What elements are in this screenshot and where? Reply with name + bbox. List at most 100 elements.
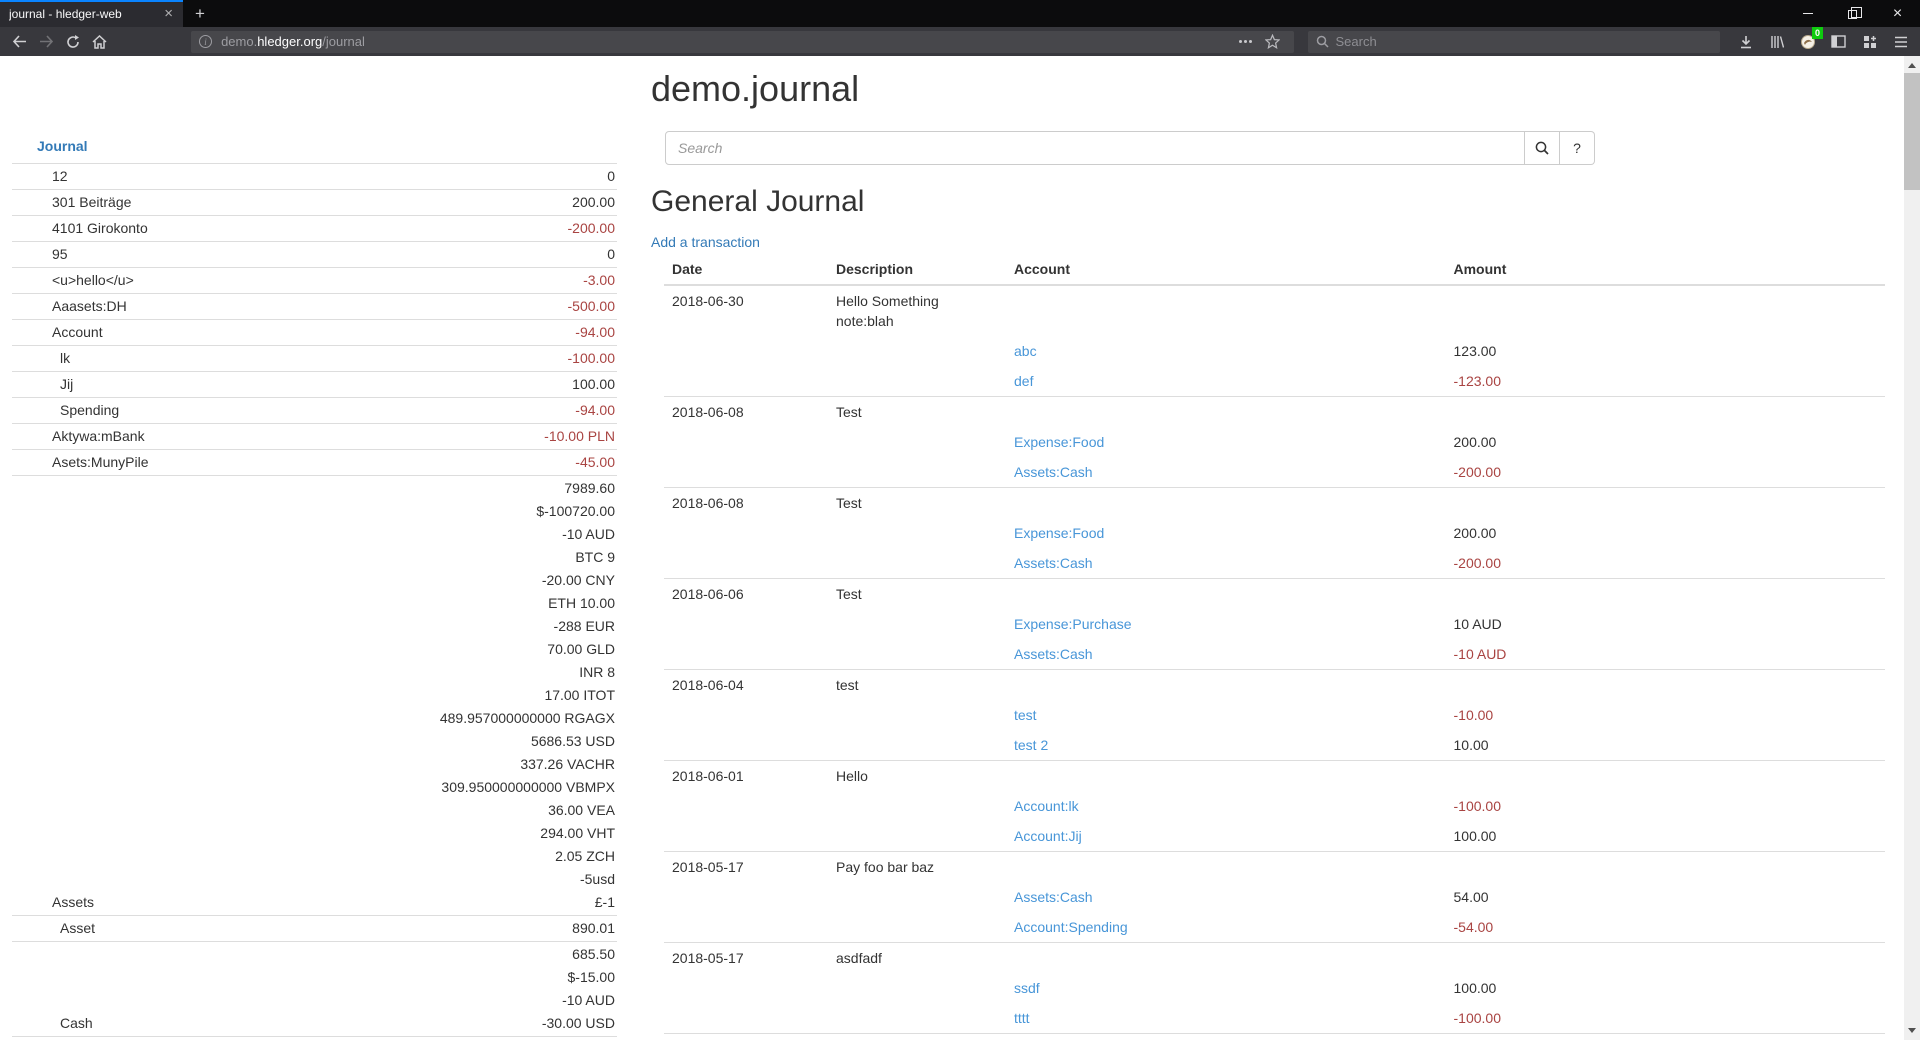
transaction-description: Test: [828, 579, 1006, 610]
close-icon[interactable]: ×: [1875, 0, 1920, 27]
forward-icon[interactable]: [33, 30, 60, 54]
account-name-link[interactable]: <u>hello</u>: [12, 269, 134, 292]
transaction-description: Hello: [828, 761, 1006, 792]
browser-nav-bar: i demo.hledger.org/journal 0: [0, 27, 1920, 56]
posting-account-cell: Assets:Cash: [1006, 457, 1446, 488]
account-balance: -94.00: [119, 399, 617, 422]
extensions-grid-icon[interactable]: [1856, 30, 1883, 54]
account-name-link[interactable]: lk: [12, 347, 70, 370]
sidebar-toggle-icon[interactable]: [1825, 30, 1852, 54]
account-name-link[interactable]: Jij: [12, 373, 73, 396]
balance-amount: -10 AUD: [93, 989, 615, 1012]
home-icon[interactable]: [86, 30, 113, 54]
balance-amount: 0: [68, 243, 615, 266]
balance-amount: -500.00: [127, 295, 615, 318]
posting-account-link[interactable]: def: [1014, 373, 1033, 389]
browser-search-bar[interactable]: [1308, 31, 1721, 53]
add-transaction-link[interactable]: Add a transaction: [651, 232, 760, 252]
site-info-icon[interactable]: i: [199, 35, 212, 48]
account-name-link[interactable]: Aaasets:DH: [12, 295, 127, 318]
sidebar-account-row: Asets:MunyPile-45.00: [12, 449, 617, 475]
balance-amount: -5usd: [94, 868, 615, 891]
scrollbar-thumb[interactable]: [1904, 73, 1920, 190]
posting-account-link[interactable]: Expense:Food: [1014, 434, 1104, 450]
restore-icon[interactable]: [1830, 0, 1875, 27]
bookmark-star-icon[interactable]: [1259, 30, 1286, 54]
sidebar-account-row: Aaasets:DH-500.00: [12, 293, 617, 319]
posting-amount: 200.00: [1446, 518, 1886, 548]
balance-amount: 17.00 ITOT: [94, 684, 615, 707]
reload-icon[interactable]: [60, 30, 87, 54]
account-name-link[interactable]: Assets: [12, 891, 94, 914]
account-balance: -200.00: [148, 217, 617, 240]
posting-account-link[interactable]: tttt: [1014, 1010, 1030, 1026]
balance-amount: 5686.53 USD: [94, 730, 615, 753]
posting-account-link[interactable]: Account:Jij: [1014, 828, 1082, 844]
scroll-up-arrow-icon[interactable]: [1904, 56, 1920, 73]
posting-amount: -10 AUD: [1446, 639, 1886, 670]
balance-amount: -3.00: [134, 269, 615, 292]
posting-account-cell: Account:Jij: [1006, 821, 1446, 852]
journal-search-button[interactable]: [1525, 131, 1560, 165]
posting-account-link[interactable]: Assets:Cash: [1014, 646, 1093, 662]
account-name-link[interactable]: 12: [12, 165, 68, 188]
posting-account-link[interactable]: test: [1014, 707, 1037, 723]
account-name-link[interactable]: 95: [12, 243, 68, 266]
account-balance: 0: [68, 165, 617, 188]
balance-amount: -30.00 USD: [93, 1012, 615, 1035]
transaction: 2018-06-30Hello Something note:blahabc12…: [664, 285, 1885, 397]
account-name-link[interactable]: Cash: [12, 1012, 93, 1035]
transaction-date: 2018-06-30: [664, 285, 828, 336]
account-name-link[interactable]: Aktywa:mBank: [12, 425, 145, 448]
posting-account-link[interactable]: abc: [1014, 343, 1037, 359]
minimize-icon[interactable]: [1785, 0, 1830, 27]
balance-amount: 100.00: [73, 373, 615, 396]
sidebar-account-row: 950: [12, 241, 617, 267]
posting-account-link[interactable]: Assets:Cash: [1014, 889, 1093, 905]
posting-amount: -100.00: [1446, 791, 1886, 821]
balance-amount: -20.00 CNY: [94, 569, 615, 592]
posting-account-link[interactable]: test 2: [1014, 737, 1048, 753]
back-icon[interactable]: [6, 30, 33, 54]
new-tab-button[interactable]: +: [183, 0, 217, 27]
menu-hamburger-icon[interactable]: [1887, 30, 1914, 54]
posting-account-link[interactable]: Expense:Food: [1014, 525, 1104, 541]
account-balance: -500.00: [127, 295, 617, 318]
posting-account-cell: Expense:Food: [1006, 427, 1446, 457]
tab-close-icon[interactable]: ×: [160, 4, 177, 23]
account-name-link[interactable]: Account: [12, 321, 103, 344]
downloads-icon[interactable]: [1732, 30, 1759, 54]
posting-account-link[interactable]: Assets:Cash: [1014, 464, 1093, 480]
balance-amount: -10 AUD: [94, 523, 615, 546]
account-balance: -10.00 PLN: [145, 425, 617, 448]
toolbar-icons: 0: [1732, 30, 1914, 54]
posting-amount: -123.00: [1446, 366, 1886, 397]
journal-search-input[interactable]: [665, 131, 1525, 165]
transaction: 2018-05-17Pay foo bar bazAssets:Cash54.0…: [664, 852, 1885, 943]
search-help-button[interactable]: ?: [1560, 131, 1595, 165]
sidebar-journal-link[interactable]: Journal: [12, 135, 88, 158]
transaction-description: asdfadf: [828, 943, 1006, 974]
library-icon[interactable]: [1763, 30, 1790, 54]
browser-search-input[interactable]: [1336, 34, 1536, 49]
transaction: 2018-06-08TestExpense:Food200.00Assets:C…: [664, 397, 1885, 488]
account-name-link[interactable]: 4101 Girokonto: [12, 217, 148, 240]
page-title: demo.journal: [651, 69, 1885, 109]
extension-icon[interactable]: 0: [1794, 30, 1821, 54]
scroll-down-arrow-icon[interactable]: [1904, 1023, 1920, 1040]
posting-account-link[interactable]: Expense:Purchase: [1014, 616, 1132, 632]
account-name-link[interactable]: Asets:MunyPile: [12, 451, 148, 474]
posting-account-link[interactable]: Assets:Cash: [1014, 555, 1093, 571]
posting-account-link[interactable]: Account:Spending: [1014, 919, 1128, 935]
url-bar[interactable]: i demo.hledger.org/journal: [191, 31, 1293, 53]
account-name-link[interactable]: 301 Beiträge: [12, 191, 131, 214]
page-actions-icon[interactable]: [1232, 40, 1259, 43]
account-name-link[interactable]: Spending: [12, 399, 119, 422]
browser-tab[interactable]: journal - hledger-web ×: [0, 0, 183, 27]
page-scrollbar[interactable]: [1904, 56, 1920, 1040]
sidebar-account-list: 120301 Beiträge200.004101 Girokonto-200.…: [12, 163, 617, 1040]
account-name-link[interactable]: Asset: [12, 917, 95, 940]
posting-account-link[interactable]: ssdf: [1014, 980, 1040, 996]
posting-account-link[interactable]: Account:lk: [1014, 798, 1079, 814]
balance-amount: 2.05 ZCH: [94, 845, 615, 868]
